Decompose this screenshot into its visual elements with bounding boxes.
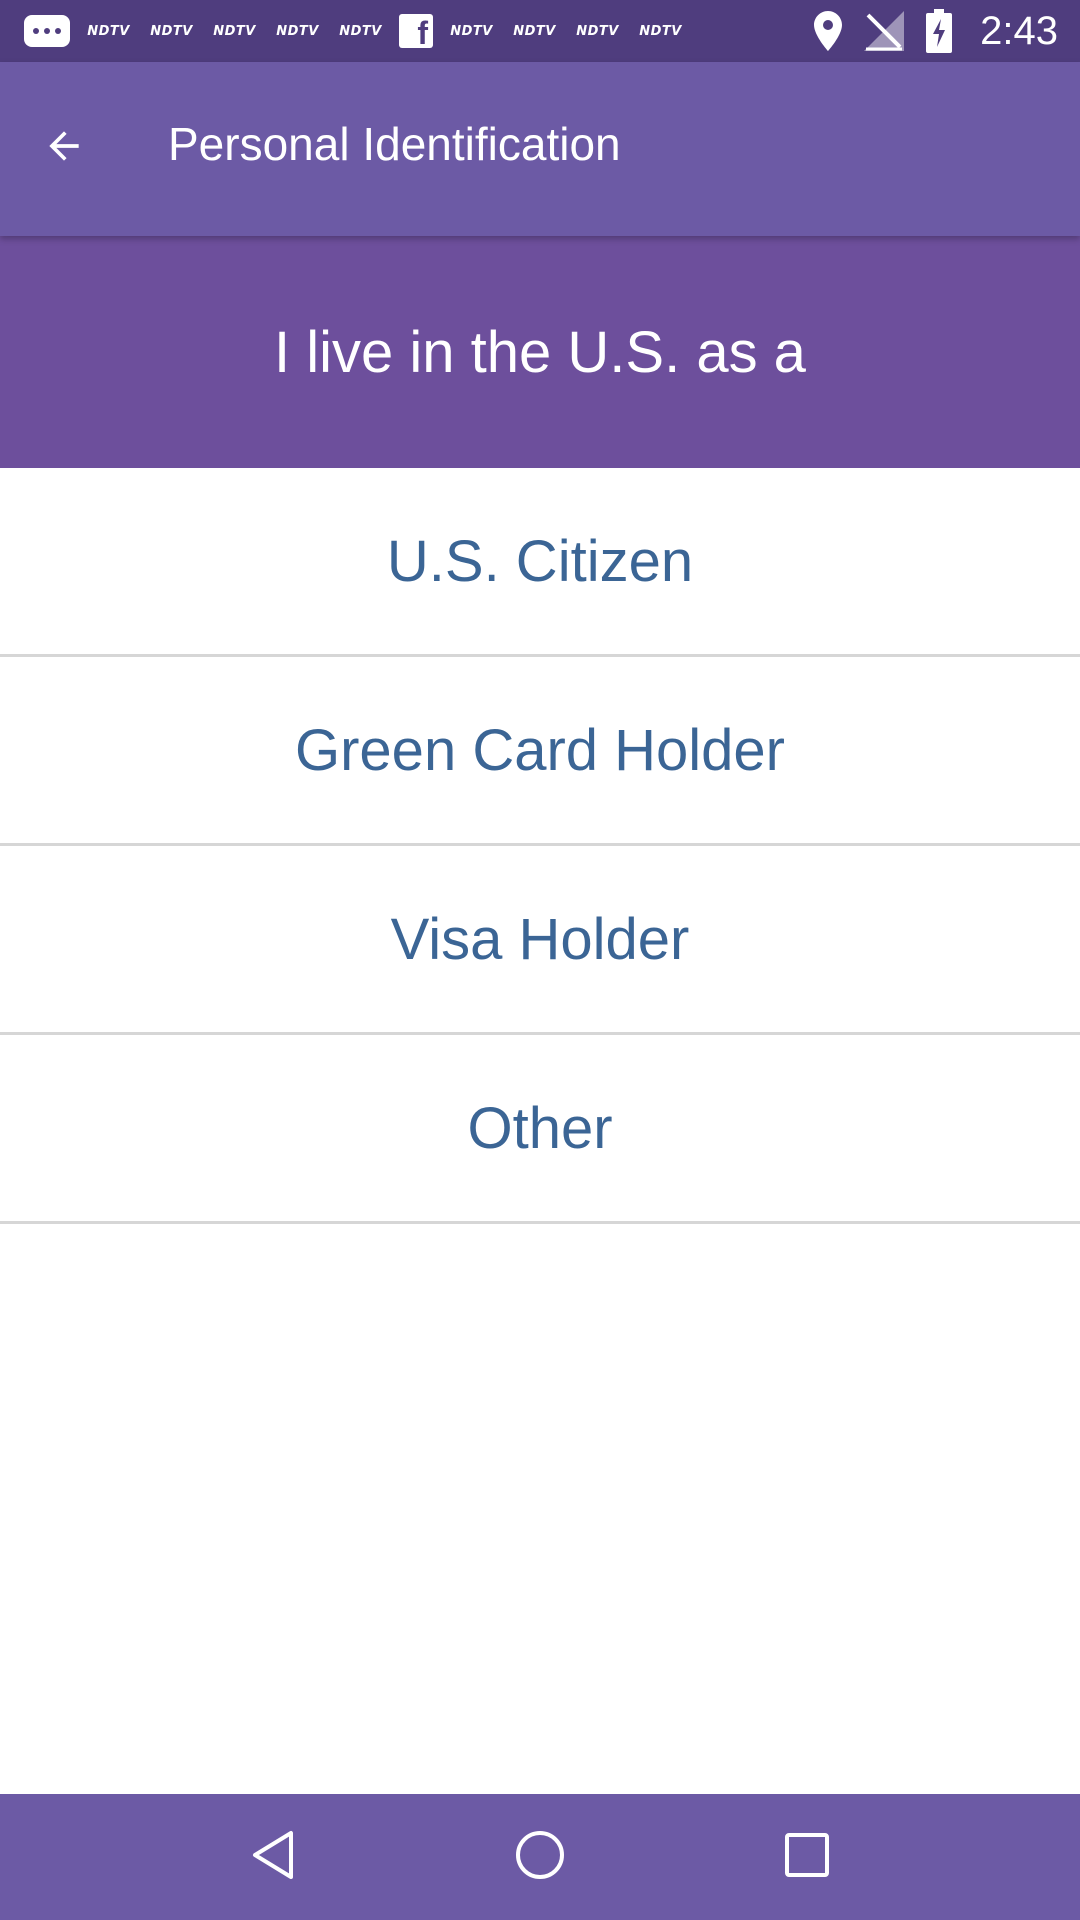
ndtv-notification-icon: NDTV [276,23,319,39]
back-button[interactable] [22,106,106,190]
ndtv-notification-icon: NDTV [213,23,256,39]
option-label: Green Card Holder [295,717,785,783]
nav-back-icon [249,1829,297,1886]
nav-recents-icon [783,1831,831,1884]
option-label: U.S. Citizen [386,528,694,594]
ndtv-notification-icon: NDTV [576,23,619,39]
status-clock: 2:43 [980,8,1058,53]
question-text: I live in the U.S. as a [274,319,806,385]
option-visa-holder[interactable]: Visa Holder [0,846,1080,1035]
ndtv-notification-icon: NDTV [339,23,382,39]
arrow-back-icon [42,124,86,173]
nav-home-button[interactable] [492,1809,588,1905]
signal-icon [864,11,905,51]
facebook-icon: f [399,14,433,48]
ndtv-notification-icon: NDTV [639,23,682,39]
options-list: U.S. Citizen Green Card Holder Visa Hold… [0,468,1080,1224]
option-label: Visa Holder [390,906,690,972]
app-bar: Personal Identification [0,62,1080,236]
navigation-bar [0,1794,1080,1920]
ndtv-notification-icon: NDTV [87,23,130,39]
notification-icons: NDTV NDTV NDTV NDTV NDTV f NDTV NDTV NDT… [24,14,685,48]
ndtv-notification-icon: NDTV [450,23,493,39]
option-us-citizen[interactable]: U.S. Citizen [0,468,1080,657]
option-green-card-holder[interactable]: Green Card Holder [0,657,1080,846]
nav-back-button[interactable] [225,1809,321,1905]
location-icon [814,11,843,51]
nav-recents-button[interactable] [759,1809,855,1905]
question-banner: I live in the U.S. as a [0,236,1080,468]
option-label: Other [467,1095,613,1161]
option-other[interactable]: Other [0,1035,1080,1224]
page-title: Personal Identification [168,118,621,170]
nav-home-icon [514,1829,566,1886]
chat-icon [24,15,70,47]
status-bar: NDTV NDTV NDTV NDTV NDTV f NDTV NDTV NDT… [0,0,1080,62]
system-icons: 2:43 [814,9,1058,54]
ndtv-notification-icon: NDTV [150,23,193,39]
ndtv-notification-icon: NDTV [513,23,556,39]
battery-icon [926,9,953,53]
